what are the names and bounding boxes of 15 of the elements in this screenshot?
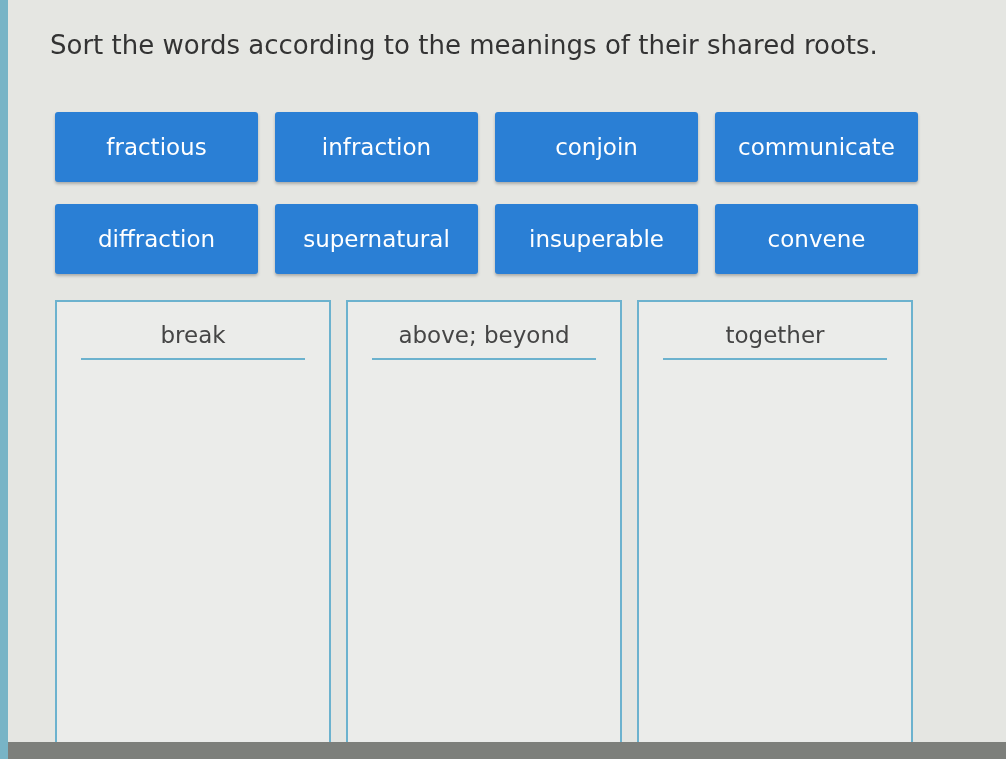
word-tile[interactable]: diffraction xyxy=(55,204,258,274)
drop-zone[interactable]: break xyxy=(55,300,331,742)
category-label: break xyxy=(160,322,226,350)
word-tile[interactable]: fractious xyxy=(55,112,258,182)
word-tile[interactable]: supernatural xyxy=(275,204,478,274)
instruction-text: Sort the words according to the meanings of their shared roots. xyxy=(50,30,878,60)
word-tile[interactable]: conjoin xyxy=(495,112,698,182)
drop-zone[interactable]: together xyxy=(637,300,913,742)
category-label: together xyxy=(725,322,825,350)
drop-zone[interactable]: above; beyond xyxy=(346,300,622,742)
word-tile[interactable]: infraction xyxy=(275,112,478,182)
word-tile[interactable]: communicate xyxy=(715,112,918,182)
category-label: above; beyond xyxy=(398,322,570,350)
word-tile[interactable]: convene xyxy=(715,204,918,274)
word-tile[interactable]: insuperable xyxy=(495,204,698,274)
